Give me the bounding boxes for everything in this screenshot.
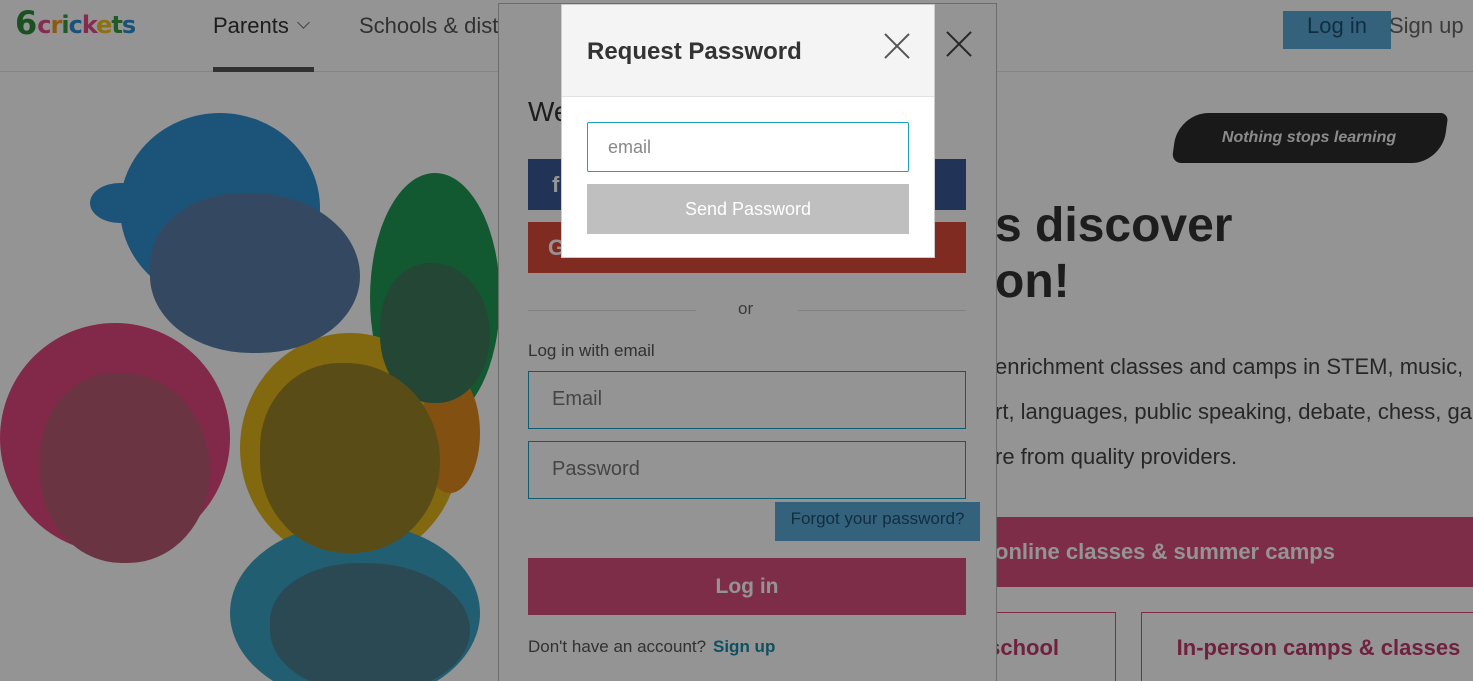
send-password-button[interactable]: Send Password: [587, 184, 909, 234]
request-password-title: Request Password: [587, 38, 802, 65]
request-password-modal: Request Password Send Password: [561, 4, 935, 258]
request-email-input[interactable]: [587, 122, 909, 172]
close-icon[interactable]: [884, 33, 910, 59]
request-password-header: Request Password: [562, 5, 934, 97]
